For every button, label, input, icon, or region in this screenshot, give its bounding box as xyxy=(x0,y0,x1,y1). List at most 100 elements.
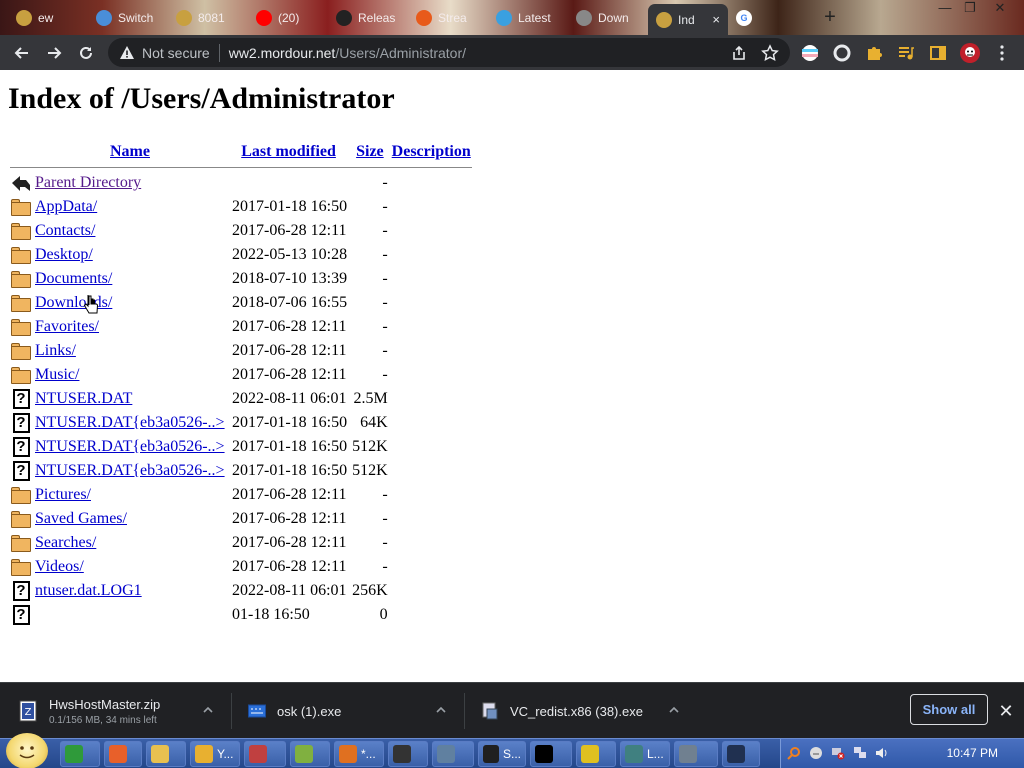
bookmark-star-icon[interactable] xyxy=(759,42,781,64)
taskbar-button[interactable]: S... xyxy=(478,741,526,767)
file-link[interactable]: NTUSER.DAT{eb3a0526-..> xyxy=(35,414,225,431)
media-list-icon[interactable] xyxy=(895,42,917,64)
address-bar[interactable]: Not secure ww2.mordour.net/Users/Adminis… xyxy=(108,38,790,67)
tab-ew[interactable]: ew xyxy=(8,4,86,31)
name-cell: Desktop/ xyxy=(34,244,226,266)
folder-icon xyxy=(11,294,31,312)
taskbar-button[interactable] xyxy=(576,741,616,767)
icon-cell: ? xyxy=(10,604,32,626)
emoji-tray-icon[interactable] xyxy=(809,746,823,760)
taskbar-button[interactable]: *... xyxy=(334,741,384,767)
taskbar-button[interactable] xyxy=(244,741,286,767)
taskbar-button[interactable] xyxy=(432,741,474,767)
modified-cell: 2022-08-11 06:01 xyxy=(232,582,347,599)
taskbar-button[interactable] xyxy=(290,741,330,767)
file-link[interactable]: Pictures/ xyxy=(35,486,91,503)
file-link[interactable]: Documents/ xyxy=(35,270,112,287)
search-icon[interactable] xyxy=(787,746,801,760)
table-row: ? NTUSER.DAT{eb3a0526-..> 2017-01-18 16:50… xyxy=(10,436,472,458)
chevron-up-icon[interactable] xyxy=(667,703,681,717)
download-item[interactable]: VC_redist.x86 (38).exe xyxy=(481,683,643,739)
sort-by-name-link[interactable]: Name xyxy=(110,143,150,160)
file-link[interactable]: NTUSER.DAT{eb3a0526-..> xyxy=(35,438,225,455)
puzzle-extension-icon[interactable] xyxy=(863,42,885,64)
taskbar-button[interactable] xyxy=(530,741,572,767)
file-link[interactable]: Favorites/ xyxy=(35,318,99,335)
security-status[interactable]: Not secure xyxy=(142,45,210,61)
taskbar-button[interactable] xyxy=(388,741,428,767)
modified-cell: 2017-01-18 16:50 xyxy=(232,414,348,431)
taskbar-button[interactable]: L... xyxy=(620,741,670,767)
file-link[interactable]: Contacts/ xyxy=(35,222,95,239)
tab-close-icon[interactable]: × xyxy=(712,12,720,27)
file-link[interactable]: Searches/ xyxy=(35,534,96,551)
taskbar-button[interactable] xyxy=(722,741,760,767)
description-cell xyxy=(391,484,472,506)
kebab-menu-icon[interactable] xyxy=(991,42,1013,64)
forward-arrow-icon[interactable] xyxy=(42,41,66,65)
stream-icon xyxy=(416,9,432,26)
flag-extension-icon[interactable] xyxy=(799,42,821,64)
download-item[interactable]: osk (1).exe xyxy=(248,683,341,739)
maximize-button[interactable]: ❐ xyxy=(955,0,985,18)
taskbar-button[interactable] xyxy=(674,741,718,767)
tab-google[interactable]: G xyxy=(728,4,808,31)
tab-strea[interactable]: Strea xyxy=(408,4,486,31)
new-tab-button[interactable]: + xyxy=(818,6,842,28)
app-icon xyxy=(249,745,267,763)
profile-avatar[interactable] xyxy=(959,42,981,64)
modified-cell: 2022-08-11 06:01 xyxy=(232,390,347,407)
file-link[interactable]: Videos/ xyxy=(35,558,84,575)
file-link[interactable]: AppData/ xyxy=(35,198,97,215)
sort-by-description-link[interactable]: Description xyxy=(392,143,471,160)
reload-icon[interactable] xyxy=(74,41,98,65)
tab-ind[interactable]: Ind × xyxy=(648,4,728,35)
file-link[interactable]: Desktop/ xyxy=(35,246,93,263)
show-all-button[interactable]: Show all xyxy=(910,694,988,725)
file-link[interactable]: Saved Games/ xyxy=(35,510,127,527)
tab-down[interactable]: Down xyxy=(568,4,646,31)
tab-releas[interactable]: Releas xyxy=(328,4,406,31)
window-close-button[interactable]: ✕ xyxy=(985,0,1015,18)
clock[interactable]: 10:47 PM xyxy=(947,746,998,760)
tab-switch[interactable]: Switch xyxy=(88,4,166,31)
file-link[interactable]: NTUSER.DAT xyxy=(35,390,132,407)
icon-cell: ? xyxy=(10,388,32,410)
close-downloads-icon[interactable]: ✕ xyxy=(996,701,1016,721)
taskbar-button[interactable] xyxy=(146,741,186,767)
taskbar-button[interactable] xyxy=(104,741,142,767)
tab-(20)[interactable]: (20) xyxy=(248,4,326,31)
description-cell xyxy=(391,268,472,290)
file-link[interactable]: Parent Directory xyxy=(35,174,141,191)
sort-by-size-link[interactable]: Size xyxy=(356,143,384,160)
volume-icon[interactable] xyxy=(875,746,889,760)
folder-icon xyxy=(11,558,31,576)
sort-by-modified-link[interactable]: Last modified xyxy=(241,143,336,160)
network-error-icon[interactable] xyxy=(831,746,845,760)
download-item[interactable]: Z HwsHostMaster.zip 0.1/156 MB, 34 mins … xyxy=(18,683,160,739)
size-cell: 2.5M xyxy=(353,390,388,407)
file-link[interactable]: ntuser.dat.LOG1 xyxy=(35,582,142,599)
file-link[interactable]: Music/ xyxy=(35,366,79,383)
taskbar-button[interactable]: Y... xyxy=(190,741,240,767)
side-panel-icon[interactable] xyxy=(927,42,949,64)
tab-8081[interactable]: 8081 xyxy=(168,4,246,31)
keyboard-icon xyxy=(248,704,266,718)
warning-icon[interactable] xyxy=(118,44,136,62)
tab-latest[interactable]: Latest xyxy=(488,4,566,31)
unknown-file-icon: ? xyxy=(12,461,30,481)
file-link[interactable]: Links/ xyxy=(35,342,76,359)
chevron-up-icon[interactable] xyxy=(434,703,448,717)
start-button[interactable] xyxy=(6,733,48,768)
file-link[interactable]: Downloads/ xyxy=(35,294,112,311)
folder-icon xyxy=(11,486,31,504)
description-cell xyxy=(391,556,472,578)
circle-extension-icon[interactable] xyxy=(831,42,853,64)
chevron-up-icon[interactable] xyxy=(201,703,215,717)
taskbar-button[interactable] xyxy=(60,741,100,767)
folder-icon xyxy=(11,246,31,264)
share-icon[interactable] xyxy=(728,42,750,64)
network-icon[interactable] xyxy=(853,746,867,760)
back-arrow-icon[interactable] xyxy=(10,41,34,65)
file-link[interactable]: NTUSER.DAT{eb3a0526-..> xyxy=(35,462,225,479)
